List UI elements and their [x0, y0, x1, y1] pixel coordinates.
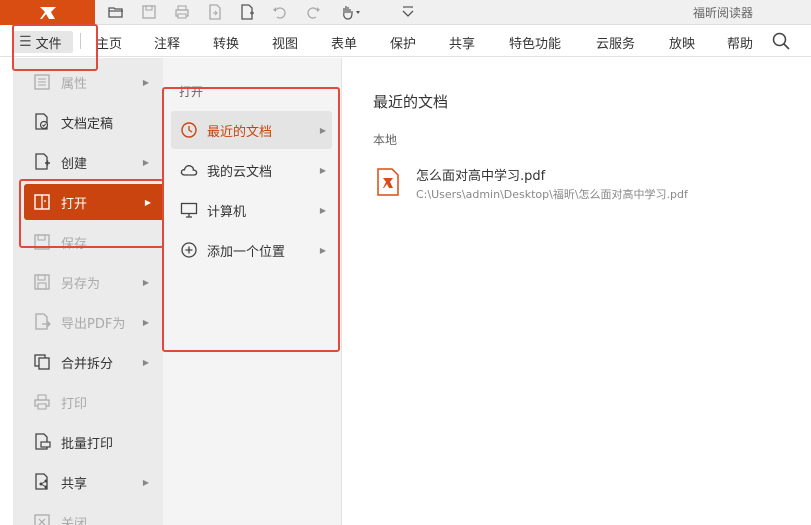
batch-print-icon — [35, 433, 51, 450]
recent-file-name: 怎么面对高中学习.pdf — [416, 169, 546, 184]
chevron-right-icon: ▶ — [319, 125, 326, 135]
file-item-label: 合并拆分 — [61, 356, 114, 372]
clock-icon — [181, 122, 197, 138]
open-icon — [34, 194, 50, 210]
title-bar: 福昕阅读器 — [0, 0, 811, 25]
open-item-cloud[interactable]: 我的云文档 ▶ — [171, 151, 332, 189]
pdf-file-icon — [377, 168, 399, 196]
file-item-create[interactable]: 创建 ▶ — [13, 142, 163, 182]
file-item-label: 关闭 — [61, 516, 88, 525]
open-item-label: 我的云文档 — [207, 164, 273, 180]
chevron-right-icon: ▶ — [319, 165, 326, 175]
open-item-label: 添加一个位置 — [207, 244, 286, 260]
file-item-share[interactable]: 共享 ▶ — [13, 462, 163, 502]
redo-icon[interactable] — [303, 3, 323, 21]
computer-icon — [180, 202, 198, 218]
menu-home[interactable]: 主页 — [96, 33, 122, 52]
document-finalize-icon — [35, 113, 49, 130]
print-icon[interactable] — [172, 3, 192, 21]
menu-convert[interactable]: 转换 — [213, 33, 239, 52]
open-submenu-heading: 打开 — [179, 85, 204, 99]
file-item-label: 批量打印 — [61, 436, 114, 452]
menu-help[interactable]: 帮助 — [727, 33, 753, 52]
file-item-label: 打印 — [61, 396, 88, 412]
file-menu-label: 文件 — [35, 36, 62, 52]
file-item-label: 创建 — [61, 156, 88, 172]
open-submenu-panel: 打开 最近的文档 ▶ 我的云文档 ▶ 计算机 ▶ 添加一个位置 ▶ — [163, 58, 342, 525]
chevron-right-icon: ▶ — [142, 317, 149, 327]
file-item-finalize[interactable]: 文档定稿 — [13, 102, 163, 142]
menu-share[interactable]: 共享 — [449, 33, 475, 52]
cloud-icon — [180, 165, 198, 176]
menu-slideshow[interactable]: 放映 — [669, 33, 695, 52]
menu-bar: ☰ 文件 主页 注释 转换 视图 表单 保护 共享 特色功能 云服务 放映 帮助 — [0, 25, 811, 57]
file-item-merge-split[interactable]: 合并拆分 ▶ — [13, 342, 163, 382]
hamburger-icon: ☰ — [19, 34, 32, 50]
menu-form[interactable]: 表单 — [331, 33, 357, 52]
close-icon — [34, 514, 50, 525]
save-icon — [34, 234, 50, 250]
menu-divider — [80, 33, 81, 49]
local-section-label: 本地 — [373, 133, 398, 147]
file-item-label: 共享 — [61, 476, 88, 492]
undo-icon[interactable] — [270, 3, 290, 21]
menu-cloud[interactable]: 云服务 — [596, 33, 635, 52]
open-item-add-location[interactable]: 添加一个位置 ▶ — [171, 231, 332, 269]
chevron-right-icon: ▶ — [144, 197, 151, 207]
file-item-label: 另存为 — [61, 276, 101, 292]
file-item-batch-print[interactable]: 批量打印 — [13, 422, 163, 462]
file-item-export-pdf[interactable]: 导出PDF为 ▶ — [13, 302, 163, 342]
folder-open-icon[interactable] — [106, 3, 126, 21]
export-pdf-icon — [35, 313, 51, 330]
foxit-logo-icon — [39, 6, 56, 19]
file-item-open[interactable]: 打开 ▶ — [24, 184, 165, 220]
file-item-label: 保存 — [61, 236, 88, 252]
hand-tool-icon[interactable] — [338, 3, 364, 21]
file-item-save-as[interactable]: 另存为 ▶ — [13, 262, 163, 302]
file-item-close[interactable]: 关闭 — [13, 502, 163, 525]
print-icon — [34, 394, 50, 410]
chevron-right-icon: ▶ — [142, 277, 149, 287]
file-item-label: 导出PDF为 — [61, 316, 126, 332]
menu-protect[interactable]: 保护 — [390, 33, 416, 52]
save-as-icon — [34, 274, 50, 290]
merge-split-icon — [34, 354, 50, 370]
save-icon[interactable] — [139, 3, 159, 21]
file-item-label: 属性 — [61, 76, 88, 92]
menu-view[interactable]: 视图 — [272, 33, 298, 52]
chevron-right-icon: ▶ — [142, 357, 149, 367]
chevron-right-icon: ▶ — [142, 477, 149, 487]
new-document-icon[interactable] — [237, 3, 257, 21]
app-logo[interactable] — [0, 0, 95, 25]
open-item-label: 最近的文档 — [207, 124, 273, 140]
customize-dropdown-icon[interactable] — [398, 3, 418, 21]
open-item-recent[interactable]: 最近的文档 ▶ — [171, 111, 332, 149]
recent-file-path: C:\Users\admin\Desktop\福昕\怎么面对高中学习.pdf — [416, 188, 688, 201]
file-item-save[interactable]: 保存 — [13, 222, 163, 262]
chevron-right-icon: ▶ — [319, 205, 326, 215]
open-item-computer[interactable]: 计算机 ▶ — [171, 191, 332, 229]
chevron-right-icon: ▶ — [319, 245, 326, 255]
file-item-print[interactable]: 打印 — [13, 382, 163, 422]
menu-comment[interactable]: 注释 — [154, 33, 180, 52]
chevron-right-icon: ▶ — [142, 157, 149, 167]
add-location-icon — [181, 242, 197, 258]
menu-features[interactable]: 特色功能 — [509, 33, 561, 52]
file-item-properties[interactable]: 属性 ▶ — [13, 62, 163, 102]
file-menu-panel: 属性 ▶ 文档定稿 创建 ▶ 打开 ▶ 保存 另存为 ▶ 导出PDF为 ▶ 合并… — [13, 58, 165, 525]
properties-icon — [34, 74, 50, 90]
share-icon — [35, 473, 48, 490]
file-item-label: 文档定稿 — [61, 116, 114, 132]
create-icon — [35, 153, 50, 170]
recent-documents-title: 最近的文档 — [373, 93, 449, 111]
search-icon[interactable] — [772, 32, 790, 50]
recent-file-row[interactable]: 怎么面对高中学习.pdf C:\Users\admin\Desktop\福昕\怎… — [376, 162, 796, 206]
file-export-icon[interactable] — [205, 3, 225, 21]
chevron-right-icon: ▶ — [142, 77, 149, 87]
file-menu-button[interactable]: ☰ 文件 — [13, 31, 73, 53]
app-title: 福昕阅读器 — [692, 6, 753, 20]
file-item-label: 打开 — [61, 196, 88, 212]
open-item-label: 计算机 — [207, 204, 247, 220]
